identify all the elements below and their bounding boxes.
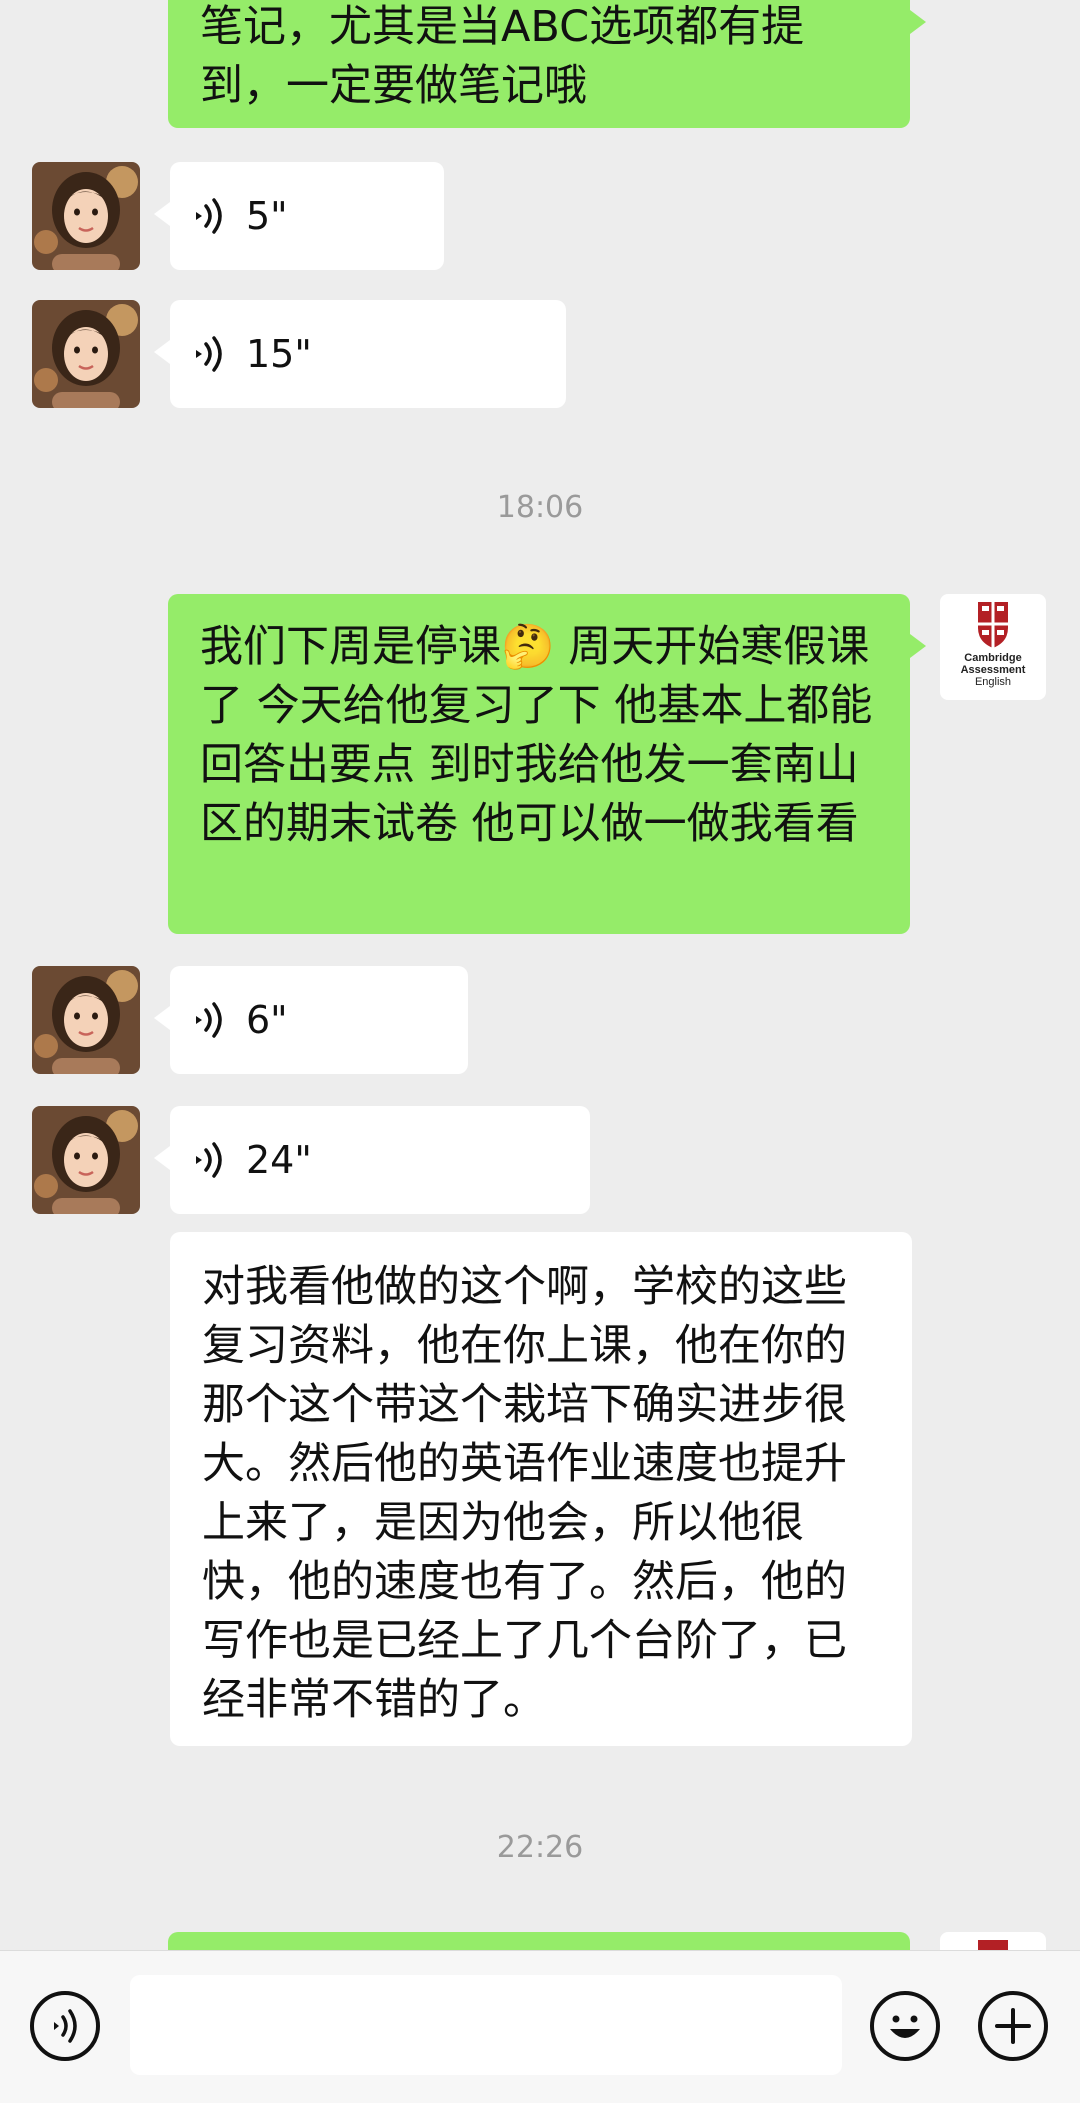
emoji-button[interactable] xyxy=(870,1991,940,2061)
input-bar xyxy=(0,1950,1080,2103)
voice-transcript-bubble[interactable]: 对我看他做的这个啊，学校的这些复习资料，他在你上课，他在你的那个这个带这个栽培下… xyxy=(170,1232,912,1746)
sent-message-bubble[interactable]: 我们下周是停课🤔 周天开始寒假课了 今天给他复习了下 他基本上都能回答出要点 到… xyxy=(168,594,926,934)
voice-duration: 5" xyxy=(246,194,288,238)
voice-input-icon xyxy=(54,2009,77,2043)
message-input[interactable] xyxy=(130,1975,842,2075)
smiley-icon xyxy=(890,2015,920,2038)
message-text: 到，一定要做笔记哦 xyxy=(200,61,587,111)
voice-wave-icon xyxy=(196,336,222,372)
voice-duration: 24" xyxy=(246,1138,312,1182)
message-text: 对我看他做的这个啊，学校的这些复习资料，他在你上课，他在你的那个这个带这个栽培下… xyxy=(202,1262,847,1725)
more-button[interactable] xyxy=(978,1991,1048,2061)
contact-avatar[interactable] xyxy=(32,1106,140,1214)
timestamp: 18:06 xyxy=(496,490,584,525)
voice-wave-icon xyxy=(196,1002,222,1038)
sent-message-bubble[interactable]: 笔记，尤其是当ABC选项都有提 到，一定要做笔记哦 xyxy=(168,0,926,128)
timestamp: 22:26 xyxy=(496,1830,584,1865)
self-avatar[interactable]: Cambridge Assessment English xyxy=(940,594,1046,700)
plus-icon xyxy=(995,2008,1031,2044)
voice-message-bubble[interactable]: 5" xyxy=(154,162,444,270)
crest-icon xyxy=(978,602,1008,648)
contact-avatar[interactable] xyxy=(32,966,140,1074)
contact-avatar[interactable] xyxy=(32,300,140,408)
crest-text: Assessment xyxy=(960,664,1026,676)
voice-message-bubble[interactable]: 15" xyxy=(154,300,566,408)
crest-text: Cambridge xyxy=(964,652,1022,664)
voice-duration: 15" xyxy=(246,332,312,376)
crest-text: English xyxy=(974,676,1012,688)
contact-avatar[interactable] xyxy=(32,162,140,270)
voice-message-bubble[interactable]: 6" xyxy=(154,966,468,1074)
message-text: 笔记，尤其是当ABC选项都有提 xyxy=(200,2,805,52)
message-text: 我们下周是停课🤔 周天开始寒假课了 今天给他复习了下 他基本上都能回答出要点 到… xyxy=(200,622,873,849)
voice-input-button[interactable] xyxy=(30,1991,100,2061)
crest-icon xyxy=(978,1940,1008,1950)
voice-message-bubble[interactable]: 24" xyxy=(154,1106,590,1214)
voice-duration: 6" xyxy=(246,998,288,1042)
chat-area[interactable]: 笔记，尤其是当ABC选项都有提 到，一定要做笔记哦 5" 15" 18:06 我… xyxy=(0,0,1080,1950)
voice-wave-icon xyxy=(196,198,222,234)
sent-message-bubble[interactable] xyxy=(168,1932,910,1950)
self-avatar[interactable] xyxy=(940,1932,1046,1950)
voice-wave-icon xyxy=(196,1142,222,1178)
